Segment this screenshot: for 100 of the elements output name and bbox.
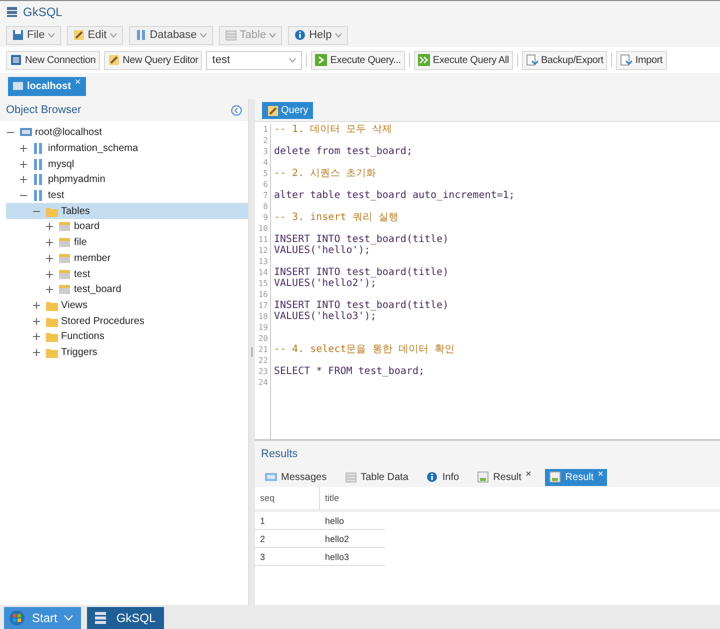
tree-item[interactable]: board bbox=[6, 219, 248, 235]
code-line: VALUES('hello'); bbox=[274, 245, 372, 256]
caret-icon bbox=[48, 32, 55, 38]
result-tab[interactable]: Info bbox=[422, 468, 464, 486]
tree-item[interactable]: information_schema bbox=[6, 140, 248, 156]
database-icon bbox=[32, 158, 45, 171]
tree-item[interactable]: file bbox=[6, 234, 248, 250]
tree-label: test bbox=[48, 190, 64, 202]
line-number: 2 bbox=[262, 135, 268, 146]
line-number: 22 bbox=[257, 355, 268, 366]
expand-toggle-icon bbox=[32, 348, 42, 357]
table-icon bbox=[58, 236, 71, 250]
panel-title: Results bbox=[261, 448, 298, 460]
code-line: INSERT INTO test_board(title) bbox=[274, 234, 450, 245]
database-icon bbox=[32, 142, 45, 156]
table-icon bbox=[58, 268, 71, 281]
chart-document-icon bbox=[477, 471, 490, 483]
code-line: -- 1. 데이터 모두 삭제 bbox=[274, 124, 394, 135]
panel-title: Object Browser bbox=[6, 104, 82, 116]
tree-item[interactable]: test bbox=[6, 188, 248, 204]
tree-item[interactable]: member bbox=[6, 250, 248, 266]
tree-label: mysql bbox=[48, 158, 74, 170]
result-tab[interactable]: Messages bbox=[261, 468, 331, 486]
table-cell: hello bbox=[320, 512, 385, 530]
editor-tab[interactable]: Query bbox=[262, 102, 314, 118]
table-icon bbox=[224, 29, 237, 41]
close-icon[interactable]: × bbox=[598, 468, 604, 480]
code-line: VALUES('hello2'); bbox=[274, 278, 378, 289]
play-icon bbox=[315, 54, 328, 66]
close-icon[interactable]: × bbox=[525, 468, 532, 480]
line-number: 8 bbox=[262, 201, 268, 212]
line-number: 13 bbox=[257, 256, 268, 267]
close-icon[interactable]: × bbox=[74, 76, 81, 88]
toolbar-button[interactable]: New Connection bbox=[6, 50, 100, 70]
line-number: 24 bbox=[257, 377, 268, 388]
line-number: 17 bbox=[257, 300, 268, 311]
tree-label: board bbox=[74, 221, 100, 232]
toolbar-button[interactable]: Execute Query All bbox=[414, 50, 513, 70]
table-cell: hello3 bbox=[320, 548, 385, 566]
toolbar-button[interactable]: Backup/Export bbox=[522, 50, 608, 70]
line-number: 12 bbox=[257, 245, 268, 256]
app-icon bbox=[6, 6, 18, 18]
connection-tab[interactable]: localhost × bbox=[8, 76, 86, 96]
tree-item[interactable]: test_board bbox=[6, 282, 248, 298]
menu-button[interactable]: Help bbox=[288, 26, 348, 44]
tree-item[interactable]: Tables bbox=[6, 203, 248, 220]
database-icon bbox=[134, 29, 147, 41]
menu-button[interactable]: Edit bbox=[66, 26, 123, 44]
table-cell: 1 bbox=[255, 512, 320, 530]
tree-item[interactable]: mysql bbox=[6, 156, 248, 172]
toolbar-button[interactable]: Import bbox=[616, 50, 667, 70]
line-number: 6 bbox=[262, 179, 268, 190]
tree-item[interactable]: phpmyadmin bbox=[6, 172, 248, 188]
expand-toggle-icon bbox=[19, 160, 29, 169]
database-icon bbox=[32, 173, 45, 186]
taskbar-item[interactable]: GkSQL bbox=[87, 607, 164, 629]
fast-forward-icon bbox=[418, 54, 430, 66]
code-line: INSERT INTO test_board(title) bbox=[274, 267, 450, 278]
tree-label: test bbox=[74, 268, 90, 280]
info-icon bbox=[294, 29, 306, 41]
tree-item[interactable]: root@localhost bbox=[6, 125, 248, 141]
result-tab[interactable]: Result × bbox=[545, 468, 608, 486]
table-cell: 2 bbox=[255, 530, 320, 548]
table-icon bbox=[58, 220, 71, 234]
result-tab[interactable]: Result × bbox=[473, 468, 536, 486]
tree-label: member bbox=[74, 252, 111, 264]
tree-item[interactable]: test bbox=[6, 266, 248, 282]
caret-icon bbox=[269, 32, 276, 38]
tree-item[interactable]: Triggers bbox=[6, 344, 248, 360]
line-number: 7 bbox=[262, 190, 268, 201]
code-editor[interactable] bbox=[255, 121, 720, 441]
column-header[interactable]: title bbox=[320, 487, 385, 509]
column-header[interactable]: seq bbox=[255, 487, 320, 509]
code-line: INSERT INTO test_board(title) bbox=[274, 300, 450, 311]
folder-icon bbox=[45, 330, 58, 344]
line-number: 3 bbox=[262, 146, 268, 157]
result-tab[interactable]: Table Data bbox=[340, 468, 412, 486]
pencil-icon bbox=[72, 29, 85, 41]
toolbar-button[interactable]: New Query Editor bbox=[104, 50, 202, 70]
tree-label: file bbox=[74, 237, 87, 248]
splitter-handle-icon bbox=[251, 347, 253, 357]
expand-toggle-icon bbox=[45, 254, 55, 263]
windows-logo-icon bbox=[9, 610, 25, 626]
database-select[interactable]: test bbox=[206, 50, 302, 70]
table-icon bbox=[58, 283, 71, 296]
line-number: 16 bbox=[257, 289, 268, 300]
database-icon bbox=[32, 189, 45, 202]
tree-label: Stored Procedures bbox=[61, 316, 144, 327]
tree-label: phpmyadmin bbox=[48, 174, 106, 186]
caret-icon bbox=[289, 58, 296, 62]
tree-label: Views bbox=[61, 300, 88, 311]
line-number: 4 bbox=[262, 157, 268, 168]
toolbar-button[interactable]: Execute Query... bbox=[311, 50, 405, 70]
menu-button[interactable]: File bbox=[6, 26, 61, 44]
tree-item[interactable]: Functions bbox=[6, 328, 248, 345]
tree-item[interactable]: Stored Procedures bbox=[6, 313, 248, 329]
tree-item[interactable]: Views bbox=[6, 298, 248, 314]
code-line: SELECT * FROM test_board; bbox=[274, 366, 426, 377]
info-icon bbox=[426, 471, 438, 483]
menu-button[interactable]: Database bbox=[128, 26, 213, 44]
